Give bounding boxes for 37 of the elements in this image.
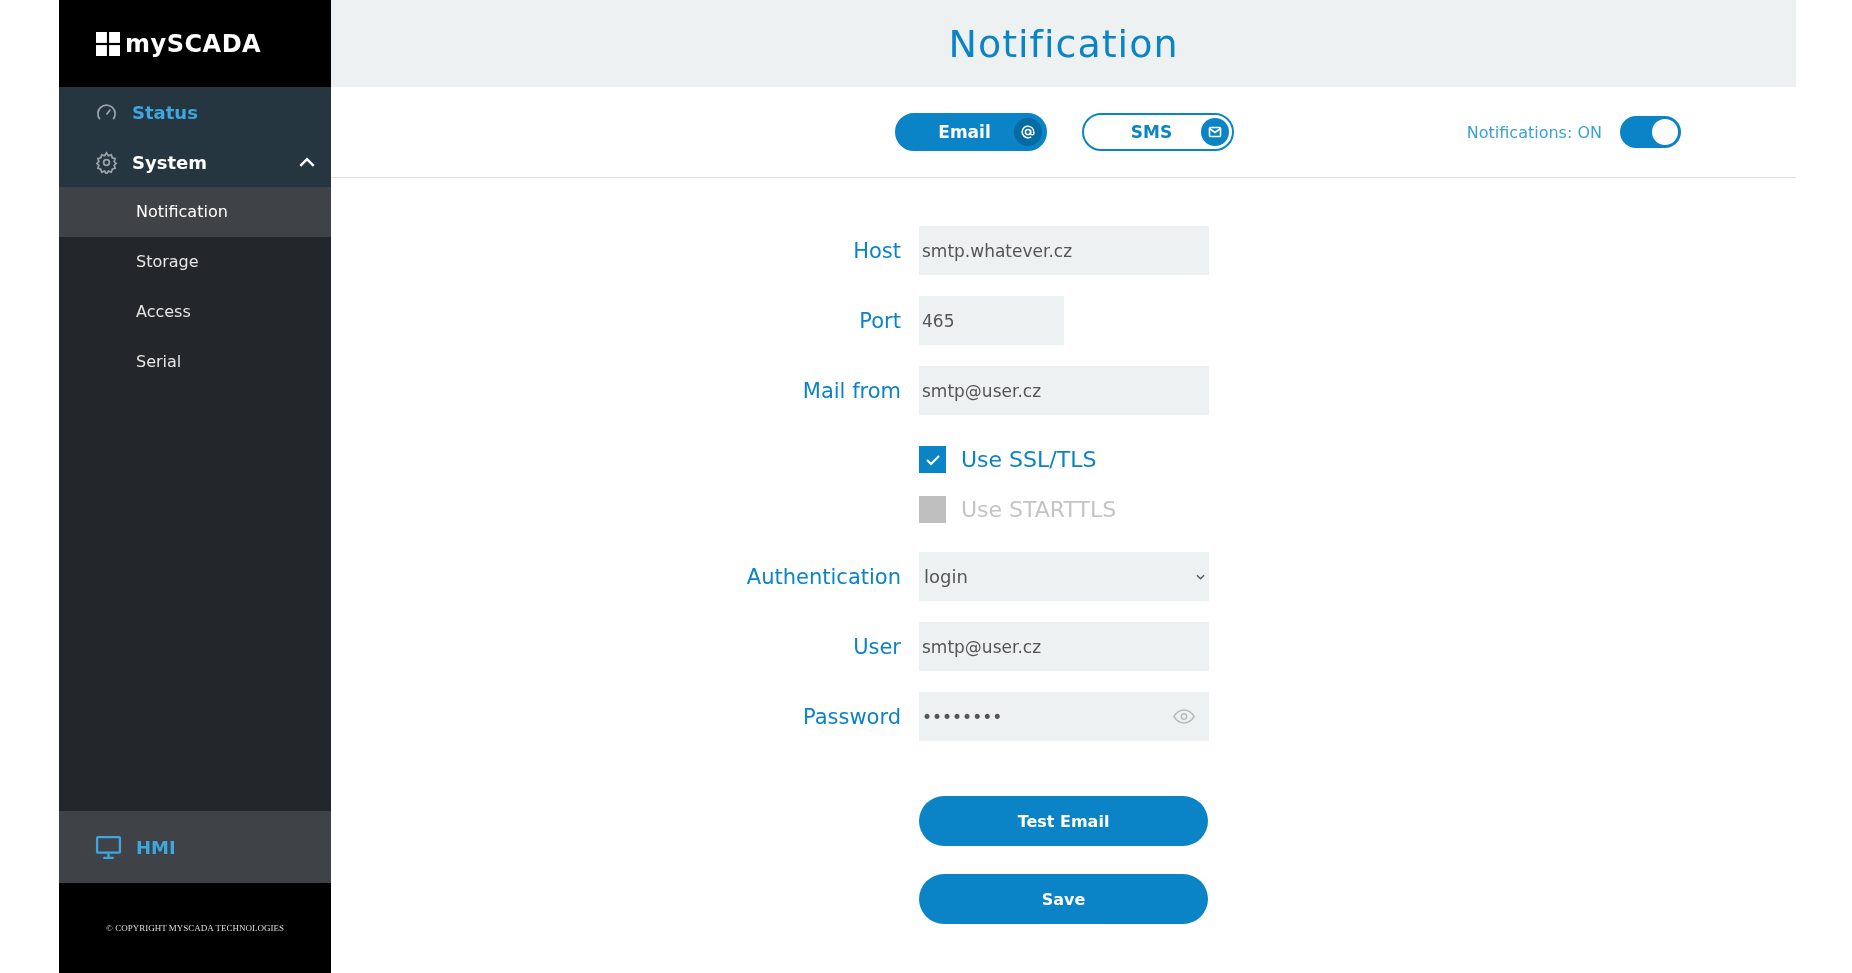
action-button[interactable]: Test Email — [919, 796, 1208, 846]
field-label: Port — [859, 308, 901, 333]
at-icon — [1014, 118, 1042, 146]
page-title: Notification — [948, 21, 1179, 66]
caret-icon — [1196, 573, 1205, 580]
input-field[interactable]: smtp@user.cz — [919, 366, 1209, 415]
field-label: Mail from — [802, 378, 901, 403]
nav-item[interactable]: System — [59, 137, 331, 187]
notifications-toggle[interactable] — [1620, 116, 1681, 148]
gear-icon — [95, 150, 118, 174]
envelope-icon — [1201, 118, 1229, 146]
input-field[interactable]: 465 — [919, 296, 1064, 345]
sidebar-subitem[interactable]: Storage — [59, 237, 331, 287]
field-label: Authentication — [746, 564, 901, 589]
checkbox[interactable] — [919, 446, 946, 473]
channel-tab[interactable]: SMS — [1082, 113, 1234, 151]
nav-item[interactable]: Status — [59, 87, 331, 137]
action-button[interactable]: Save — [919, 874, 1208, 924]
authentication-select[interactable]: login — [919, 552, 1209, 601]
copyright-text: © COPYRIGHT MYSCADA TECHNOLOGIES — [106, 923, 284, 933]
input-field[interactable]: smtp.whatever.cz — [919, 226, 1209, 275]
logo-text: mySCADA — [125, 29, 262, 58]
channel-tab[interactable]: Email — [895, 113, 1047, 151]
field-label: Password — [802, 704, 901, 729]
input-field[interactable]: smtp@user.cz — [919, 622, 1209, 671]
notifications-label: Notifications: ON — [1466, 122, 1602, 142]
password-field[interactable]: •••••••• — [919, 692, 1209, 741]
checkbox-label: Use SSL/TLS — [961, 447, 1097, 472]
hmi-item[interactable]: HMI — [59, 811, 331, 883]
sidebar-subitem[interactable]: Access — [59, 287, 331, 337]
monitor-icon — [95, 834, 122, 860]
sidebar-subitem[interactable]: Notification — [59, 187, 331, 237]
field-label: Host — [853, 238, 901, 263]
sidebar-subitem[interactable]: Serial — [59, 337, 331, 387]
checkbox-label: Use STARTTLS — [961, 497, 1117, 522]
field-label: User — [853, 634, 901, 659]
logo-icon — [96, 31, 120, 56]
